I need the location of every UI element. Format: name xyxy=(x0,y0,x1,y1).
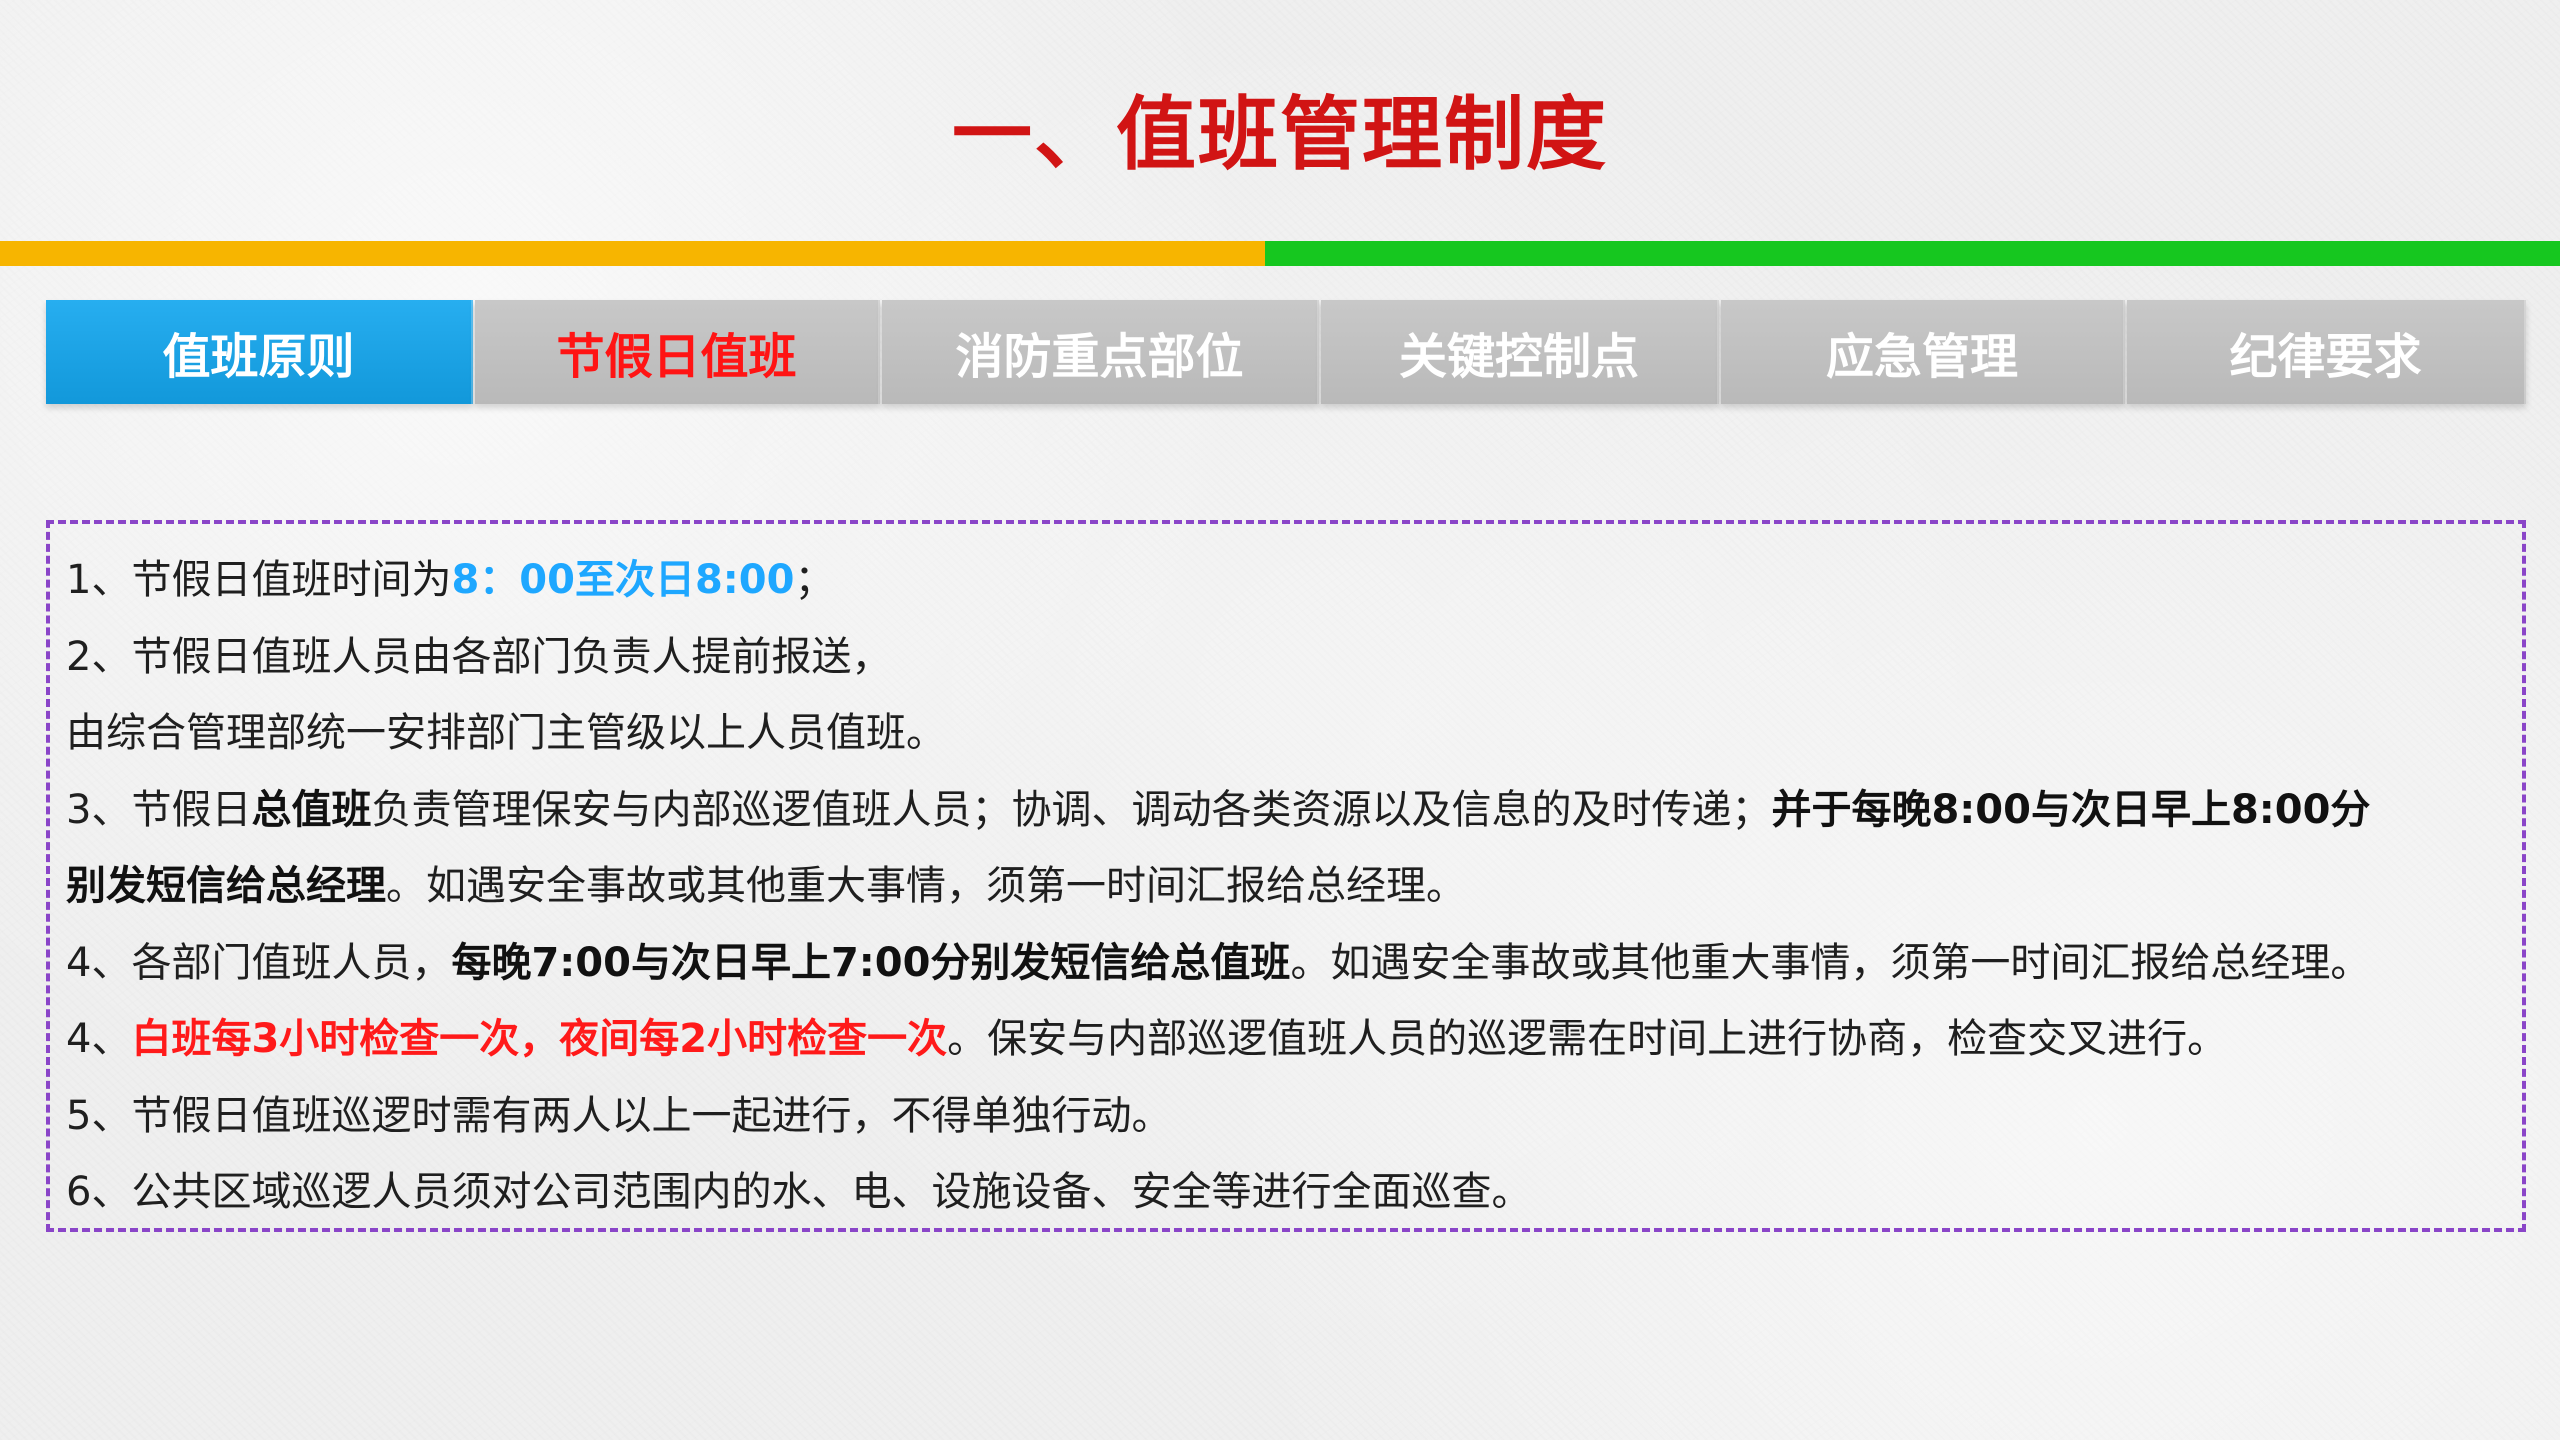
divider-color-bar xyxy=(0,241,2560,266)
tab-bar: 值班原则 节假日值班 消防重点部位 关键控制点 应急管理 纪律要求 xyxy=(46,300,2526,404)
content-line-3: 由综合管理部统一安排部门主管级以上人员值班。 xyxy=(66,695,2506,772)
content-line-6-bold: 每晚7:00与次日早上7:00分别发短信给总值班 xyxy=(451,939,1291,986)
content-line-4-text: 3、节假日 xyxy=(66,786,252,833)
content-line-5-text: 。如遇安全事故或其他重大事情，须第一时间汇报给总经理。 xyxy=(386,863,1466,909)
content-panel: 1、节假日值班时间为8：00至次日8:00； 2、节假日值班人员由各部门负责人提… xyxy=(46,520,2526,1232)
divider-green-segment xyxy=(1265,241,2560,266)
content-line-7-prefix: 4、 xyxy=(66,1016,132,1062)
tab-key-control-points[interactable]: 关键控制点 xyxy=(1321,300,1719,404)
tab-emergency-management[interactable]: 应急管理 xyxy=(1721,300,2125,404)
content-line-3-text: 由综合管理部统一安排部门主管级以上人员值班。 xyxy=(66,710,946,756)
content-line-4: 3、节假日总值班负责管理保安与内部巡逻值班人员；协调、调动各类资源以及信息的及时… xyxy=(66,772,2506,849)
page-title: 一、值班管理制度 xyxy=(952,88,1608,181)
content-line-7-highlight: 白班每3小时检查一次，夜间每2小时检查一次 xyxy=(131,1016,948,1062)
content-line-2: 2、节假日值班人员由各部门负责人提前报送， xyxy=(66,619,2506,696)
content-line-9: 6、公共区域巡逻人员须对公司范围内的水、电、设施设备、安全等进行全面巡查。 xyxy=(66,1154,2506,1231)
content-line-6-text: 4、各部门值班人员， xyxy=(66,939,452,986)
content-line-6-tail: 。如遇安全事故或其他重大事情，须第一时间汇报给总经理。 xyxy=(1290,939,2371,986)
divider-yellow-segment xyxy=(0,241,1265,266)
content-line-2-text: 2、节假日值班人员由各部门负责人提前报送， xyxy=(66,633,892,680)
tab-fire-key-areas[interactable]: 消防重点部位 xyxy=(882,300,1319,404)
tab-holiday-duty[interactable]: 节假日值班 xyxy=(475,300,880,404)
tab-discipline-requirements[interactable]: 纪律要求 xyxy=(2127,300,2526,404)
content-line-8-text: 5、节假日值班巡逻时需有两人以上一起进行，不得单独行动。 xyxy=(66,1092,1172,1139)
content-line-1-text: 1、节假日值班时间为 xyxy=(66,557,452,603)
content-line-1-highlight: 8：00至次日8:00 xyxy=(451,557,795,603)
content-line-5-bold: 别发短信给总经理 xyxy=(66,863,386,909)
content-line-4-bold-sms: 并于每晚8:00与次日早上8:00分 xyxy=(1771,786,2371,833)
content-line-9-text: 6、公共区域巡逻人员须对公司范围内的水、电、设施设备、安全等进行全面巡查。 xyxy=(66,1169,1532,1215)
content-line-4-bold-chief-duty: 总值班 xyxy=(251,786,372,833)
tab-duty-principles[interactable]: 值班原则 xyxy=(46,300,473,404)
content-line-7-tail: 。保安与内部巡逻值班人员的巡逻需在时间上进行协商，检查交叉进行。 xyxy=(947,1016,2228,1062)
content-line-5: 别发短信给总经理。如遇安全事故或其他重大事情，须第一时间汇报给总经理。 xyxy=(66,848,2506,925)
content-line-8: 5、节假日值班巡逻时需有两人以上一起进行，不得单独行动。 xyxy=(66,1078,2506,1155)
content-line-1: 1、节假日值班时间为8：00至次日8:00； xyxy=(66,542,2506,619)
content-line-6: 4、各部门值班人员，每晚7:00与次日早上7:00分别发短信给总值班。如遇安全事… xyxy=(66,925,2506,1002)
content-line-7: 4、白班每3小时检查一次，夜间每2小时检查一次。保安与内部巡逻值班人员的巡逻需在… xyxy=(66,1001,2506,1078)
content-line-4-middle: 负责管理保安与内部巡逻值班人员；协调、调动各类资源以及信息的及时传递； xyxy=(371,786,1772,833)
content-line-1-tail: ； xyxy=(794,557,835,603)
